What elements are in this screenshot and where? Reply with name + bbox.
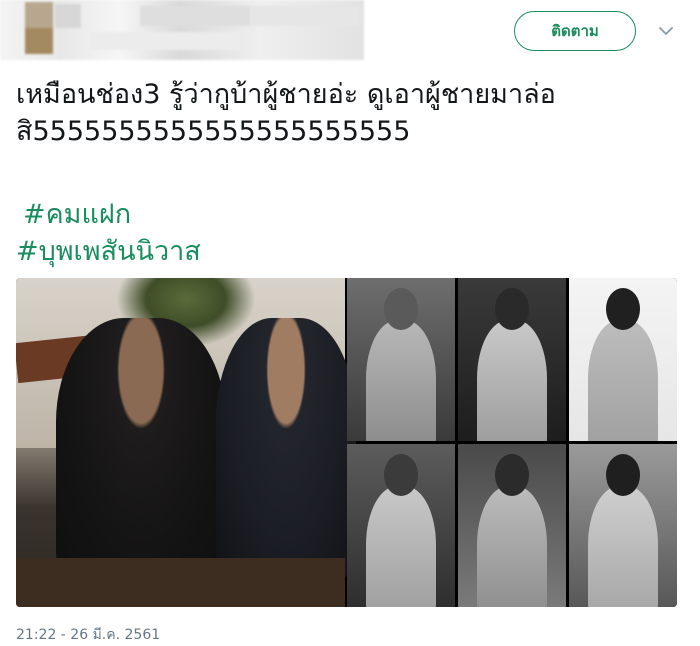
tweet-timestamp[interactable]: 21:22 - 26 มี.ค. 2561 xyxy=(16,624,160,646)
photo-collage[interactable] xyxy=(347,278,677,607)
collage-photo xyxy=(569,444,677,607)
blurred-author-info xyxy=(0,0,364,60)
collage-photo xyxy=(458,278,566,441)
tweet-text-line: เหมือนช่อง3 รู้ว่ากูบ้าผู้ชายอ่ะ ดูเอาผู… xyxy=(16,79,556,110)
follow-button[interactable]: ติดตาม xyxy=(514,11,636,51)
collage-photo xyxy=(458,444,566,607)
photo-two-men-sitting[interactable] xyxy=(16,278,356,607)
collage-photo xyxy=(347,278,455,441)
tweet-text-line: สิ5555555555555555555555 xyxy=(16,116,411,147)
tweet-text: เหมือนช่อง3 รู้ว่ากูบ้าผู้ชายอ่ะ ดูเอาผู… xyxy=(16,76,686,150)
hashtag-link[interactable]: #คมแฝก xyxy=(16,196,201,233)
collage-photo xyxy=(569,278,677,441)
chevron-down-icon[interactable] xyxy=(657,22,675,40)
tweet-header: ติดตาม xyxy=(0,0,700,62)
hashtag-link[interactable]: #บุพเพสันนิวาส xyxy=(16,233,201,270)
hashtag-list: #คมแฝก #บุพเพสันนิวาส xyxy=(16,196,201,270)
collage-photo xyxy=(347,444,455,607)
tweet-media[interactable] xyxy=(16,278,677,607)
